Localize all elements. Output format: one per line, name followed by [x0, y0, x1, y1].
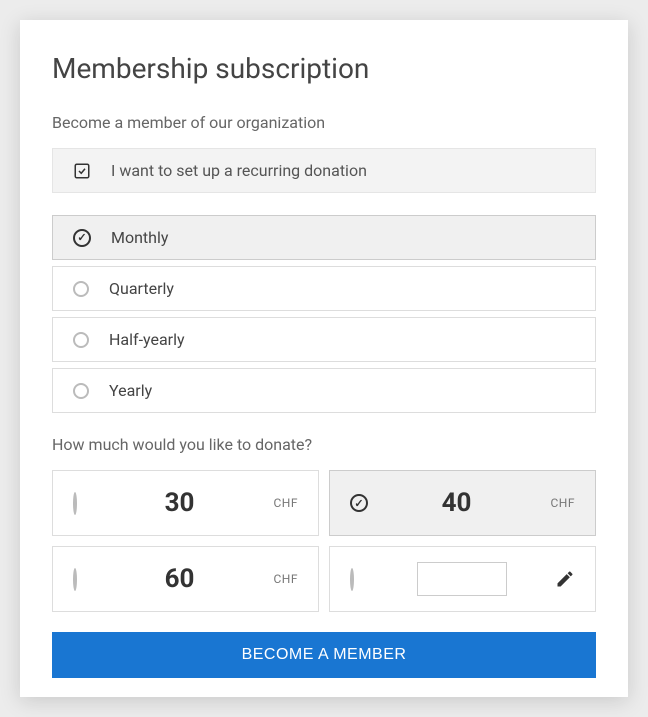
radio-unselected-icon	[73, 568, 77, 591]
amount-option-40[interactable]: 40 CHF	[329, 470, 596, 536]
become-member-button[interactable]: BECOME A MEMBER	[52, 632, 596, 678]
radio-unselected-icon	[73, 332, 89, 348]
frequency-option-quarterly[interactable]: Quarterly	[52, 266, 596, 311]
currency-label: CHF	[268, 496, 298, 510]
amount-option-60[interactable]: 60 CHF	[52, 546, 319, 612]
frequency-label: Quarterly	[109, 279, 174, 298]
amount-option-30[interactable]: 30 CHF	[52, 470, 319, 536]
currency-label: CHF	[268, 572, 298, 586]
amount-option-custom[interactable]	[329, 546, 596, 612]
custom-amount-input[interactable]	[417, 562, 507, 596]
frequency-label: Monthly	[111, 228, 168, 247]
radio-unselected-icon	[73, 281, 89, 297]
currency-label: CHF	[545, 496, 575, 510]
amount-value: 40	[368, 488, 545, 518]
radio-unselected-icon	[73, 492, 77, 515]
frequency-option-yearly[interactable]: Yearly	[52, 368, 596, 413]
pencil-icon	[555, 569, 575, 589]
checkbox-checked-icon	[73, 162, 91, 180]
page-title: Membership subscription	[52, 52, 596, 85]
frequency-label: Half-yearly	[109, 330, 185, 349]
membership-card: Membership subscription Become a member …	[20, 20, 628, 697]
amount-value: 60	[91, 564, 268, 594]
frequency-options: Monthly Quarterly Half-yearly Yearly	[52, 215, 596, 413]
radio-selected-icon	[350, 494, 368, 512]
radio-selected-icon	[73, 229, 91, 247]
radio-unselected-icon	[73, 383, 89, 399]
recurring-donation-checkbox[interactable]: I want to set up a recurring donation	[52, 148, 596, 193]
page-subtitle: Become a member of our organization	[52, 113, 596, 132]
recurring-donation-label: I want to set up a recurring donation	[111, 161, 367, 180]
amount-question: How much would you like to donate?	[52, 435, 596, 454]
radio-unselected-icon	[350, 568, 354, 591]
amount-options: 30 CHF 40 CHF 60 CHF	[52, 470, 596, 612]
amount-value: 30	[91, 488, 268, 518]
frequency-option-half-yearly[interactable]: Half-yearly	[52, 317, 596, 362]
frequency-label: Yearly	[109, 381, 152, 400]
frequency-option-monthly[interactable]: Monthly	[52, 215, 596, 260]
